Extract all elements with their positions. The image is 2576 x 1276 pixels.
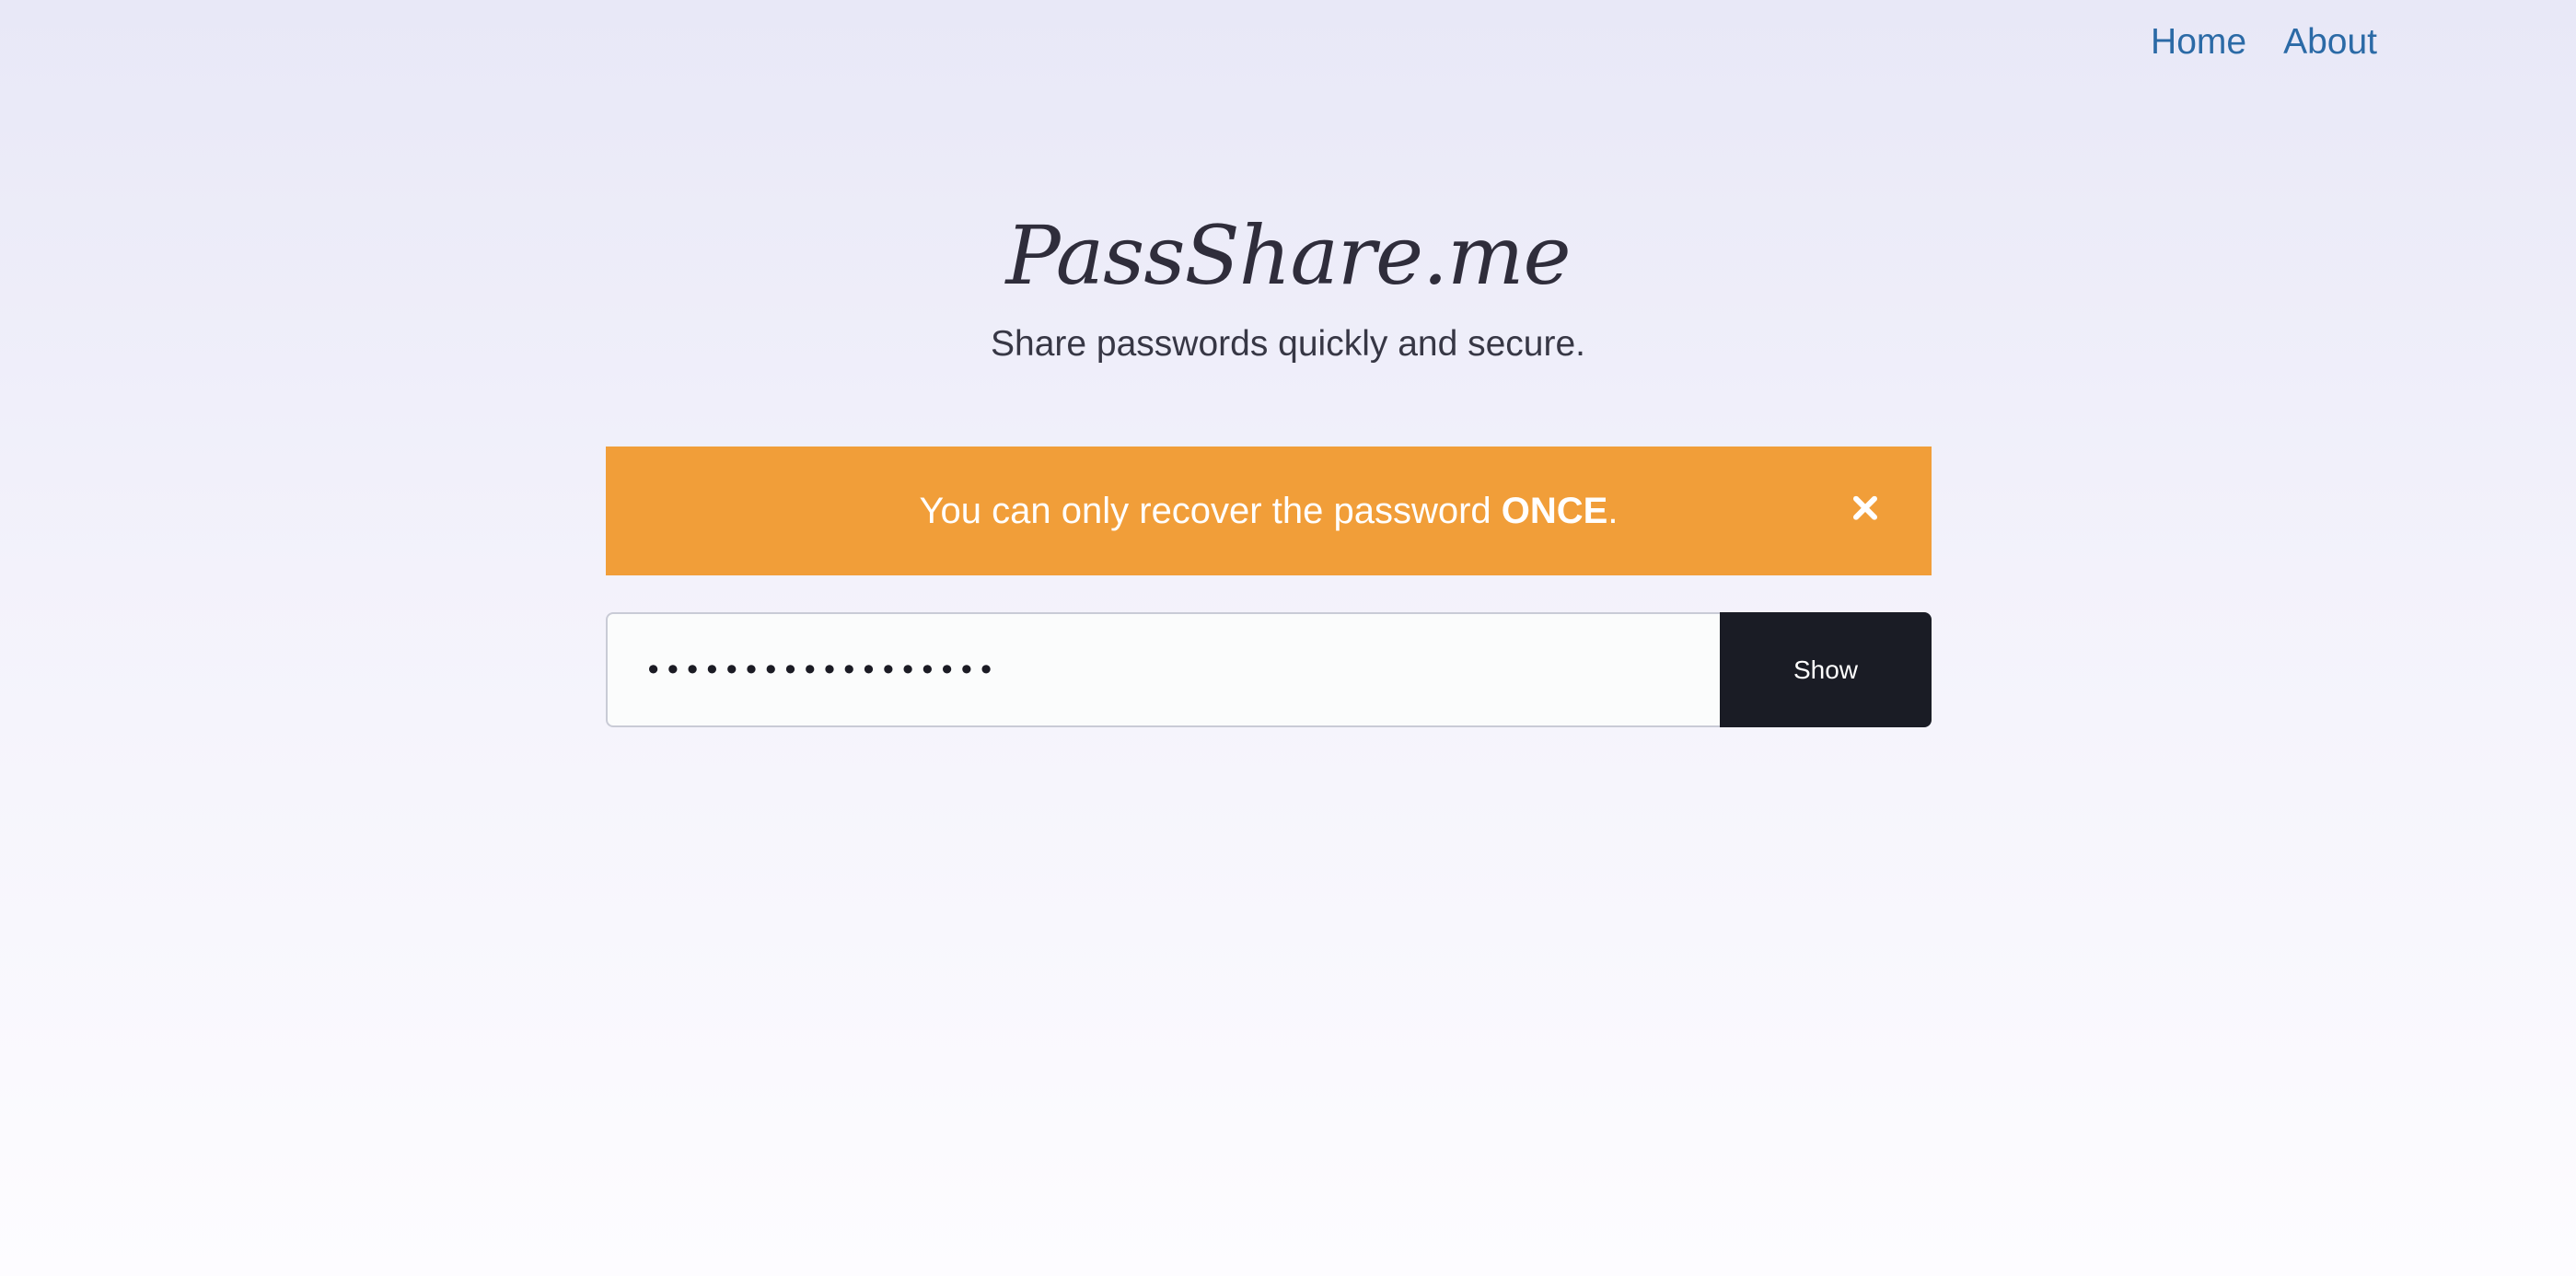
password-field[interactable]: [606, 612, 1720, 727]
alert-message: You can only recover the password ONCE.: [920, 491, 1619, 532]
brand-title: PassShare.me: [1005, 208, 1571, 303]
show-button[interactable]: Show: [1720, 612, 1932, 727]
close-icon[interactable]: [1847, 490, 1884, 527]
warning-alert: You can only recover the password ONCE.: [606, 447, 1932, 575]
password-input-group: Show: [606, 612, 1932, 727]
nav-home-link[interactable]: Home: [2151, 20, 2246, 64]
alert-text-after: .: [1607, 490, 1619, 531]
alert-text-before: You can only recover the password: [919, 490, 1502, 531]
nav-about-link[interactable]: About: [2283, 20, 2377, 64]
top-nav: Home About: [2151, 20, 2377, 64]
tagline: Share passwords quickly and secure.: [991, 324, 1585, 364]
alert-emphasis: ONCE: [1501, 490, 1608, 531]
